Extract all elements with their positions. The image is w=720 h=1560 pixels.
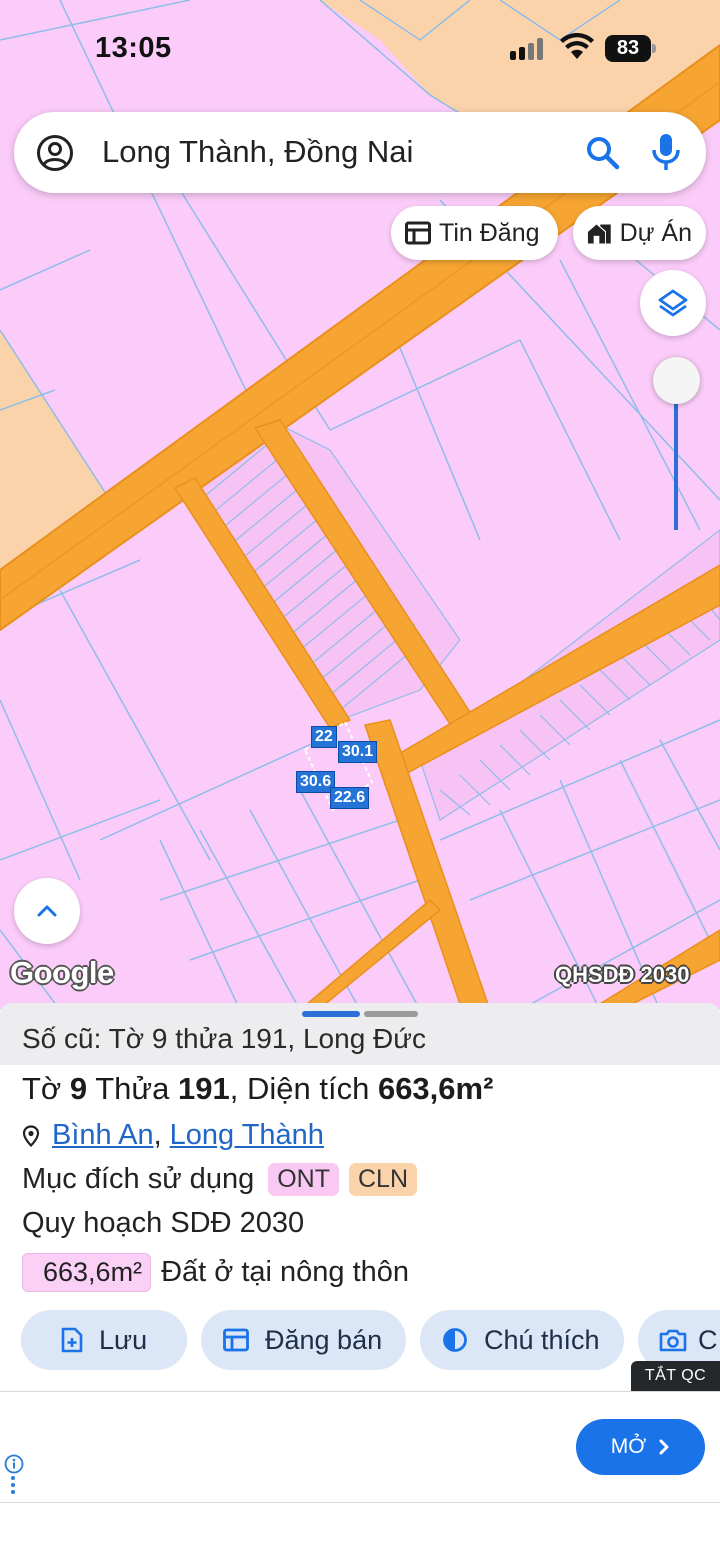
layers-icon <box>658 289 688 317</box>
camera-icon <box>659 1329 687 1352</box>
expand-up-button[interactable] <box>14 878 80 944</box>
listing-icon <box>405 221 431 245</box>
google-logo: Google <box>10 955 114 990</box>
search-icon[interactable] <box>584 134 622 172</box>
status-bar: 13:05 83 <box>0 0 720 100</box>
legend-icon <box>443 1328 467 1352</box>
plan-area-type: Đất ở tại nông thôn <box>161 1256 410 1288</box>
location-pin-icon <box>22 1124 40 1147</box>
land-use-tag-cln: CLN <box>348 1163 417 1196</box>
location-separator: , <box>153 1119 162 1151</box>
location-row: Bình An , Long Thành <box>22 1119 324 1152</box>
sheet-header[interactable]: Số cũ: Tờ 9 thửa 191, Long Đức <box>0 1003 720 1065</box>
search-bar[interactable]: Long Thành, Đồng Nai <box>14 112 706 193</box>
ad-options-icon[interactable] <box>11 1476 17 1496</box>
listing-icon <box>223 1328 249 1352</box>
plan-heading: Quy hoạch SDĐ 2030 <box>22 1207 305 1239</box>
post-sale-button[interactable]: Đăng bán <box>201 1310 406 1370</box>
projects-chip-label: Dự Án <box>619 218 692 247</box>
opacity-slider-handle[interactable] <box>653 357 700 404</box>
old-parcel-id: Số cũ: Tờ 9 thửa 191, Long Đức <box>22 1023 427 1054</box>
sheet-handle-secondary[interactable] <box>364 1011 418 1017</box>
land-use-label: Mục đích sử dụng <box>22 1163 255 1195</box>
land-use-row: Mục đích sử dụng ONT CLN <box>22 1163 417 1196</box>
listings-chip[interactable]: Tin Đăng <box>391 206 558 260</box>
sheet-handle[interactable] <box>302 1011 360 1017</box>
battery-icon: 83 <box>605 35 657 62</box>
map-view[interactable]: 22 30.1 30.6 22.6 13:05 83 Long Thành, Đ… <box>0 0 720 1010</box>
chevron-right-icon <box>659 1439 669 1455</box>
plan-layer-label: QHSDĐ 2030 <box>555 962 690 987</box>
parcel-info-sheet: Số cũ: Tờ 9 thửa 191, Long Đức Tờ 9 Thửa… <box>0 1003 720 1393</box>
district-link[interactable]: Long Thành <box>170 1119 324 1152</box>
dimension-label: 22 <box>311 726 337 748</box>
legend-button-label: Chú thích <box>484 1324 600 1355</box>
search-input[interactable]: Long Thành, Đồng Nai <box>102 134 413 170</box>
open-ad-button-label: MỞ <box>610 1435 647 1458</box>
chevron-up-icon <box>37 905 57 917</box>
action-bar: Lưu Đăng bán Chú thích C <box>0 1310 720 1372</box>
ad-banner[interactable]: MỞ <box>0 1391 720 1503</box>
photo-button-label: C <box>698 1324 718 1355</box>
post-sale-button-label: Đăng bán <box>265 1324 383 1355</box>
plan-area-row: 663,6m² Đất ở tại nông thôn <box>22 1253 409 1292</box>
parcel-title: Tờ 9 Thửa 191, Diện tích 663,6m² <box>22 1071 494 1106</box>
save-button-label: Lưu <box>99 1324 148 1355</box>
land-use-tag-ont: ONT <box>268 1163 339 1196</box>
listings-chip-label: Tin Đăng <box>439 218 540 247</box>
account-icon[interactable] <box>36 134 74 172</box>
legend-button[interactable]: Chú thích <box>420 1310 624 1370</box>
status-time: 13:05 <box>95 32 172 64</box>
building-icon <box>587 224 611 244</box>
open-ad-button[interactable]: MỞ <box>576 1419 705 1475</box>
ward-link[interactable]: Bình An <box>52 1119 154 1152</box>
save-button[interactable]: Lưu <box>21 1310 187 1370</box>
layers-button[interactable] <box>640 270 706 336</box>
dimension-label: 22.6 <box>330 787 370 809</box>
opacity-slider-track[interactable] <box>674 400 678 530</box>
wifi-icon <box>560 33 594 59</box>
save-icon <box>61 1327 83 1353</box>
close-ad-button[interactable]: TẮT QC <box>631 1361 720 1391</box>
plan-area-value: 663,6m² <box>22 1253 152 1292</box>
dimension-label: 30.1 <box>338 741 378 763</box>
projects-chip[interactable]: Dự Án <box>573 206 706 260</box>
microphone-icon[interactable] <box>649 132 683 172</box>
cellular-signal-icon <box>510 38 548 60</box>
battery-level: 83 <box>605 35 651 62</box>
info-icon[interactable] <box>4 1454 24 1474</box>
